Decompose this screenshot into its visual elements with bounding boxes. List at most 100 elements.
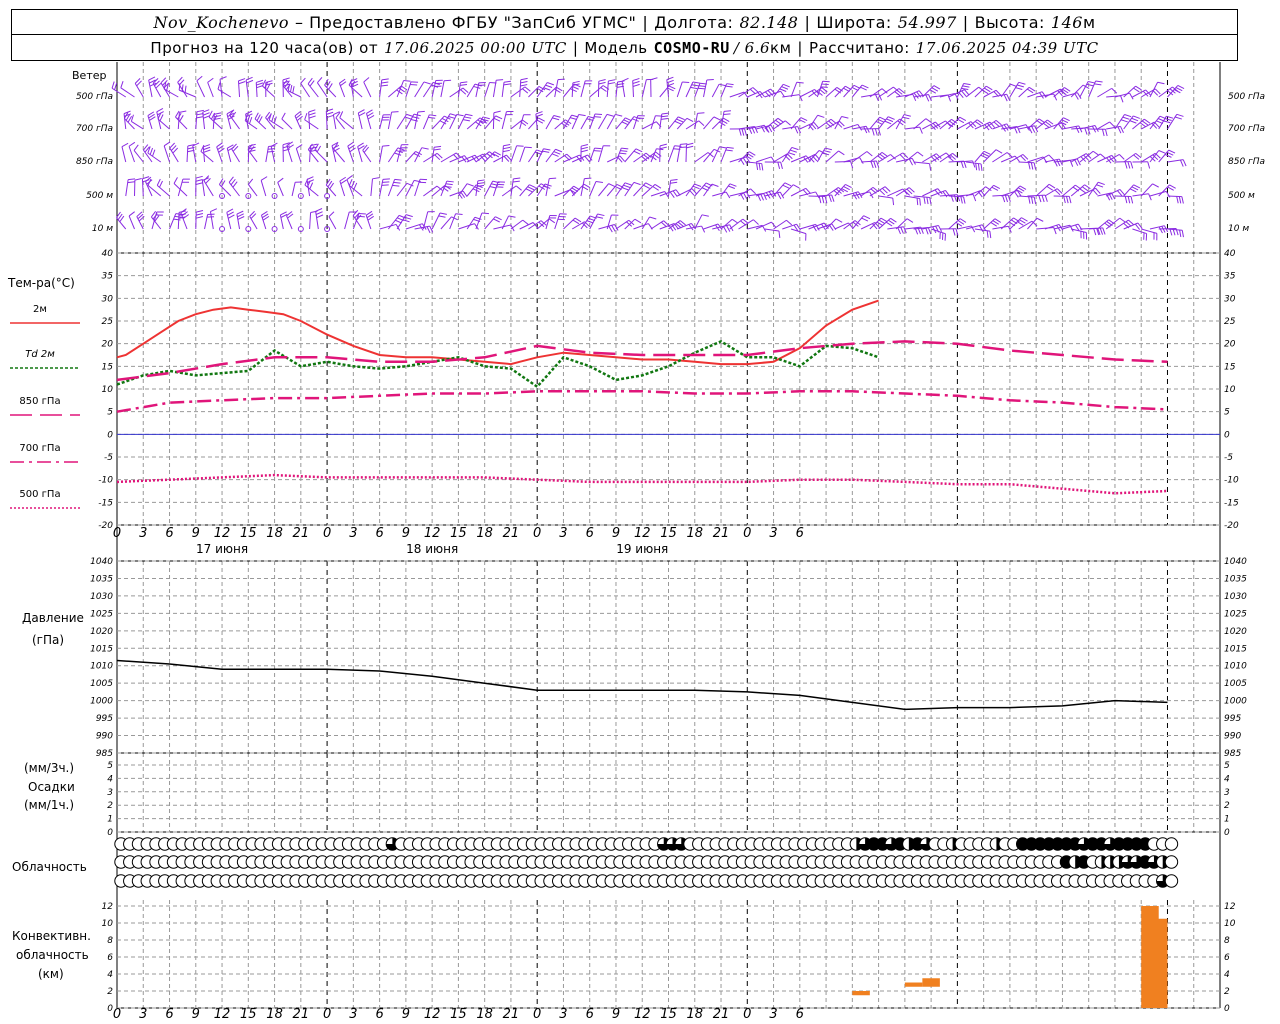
wind-barb-staff <box>405 180 415 197</box>
wind-barb-flag <box>926 197 929 205</box>
wind-barb-flag <box>752 87 759 93</box>
wind-barb-flag <box>1075 126 1080 134</box>
wind-barb-flag <box>428 116 436 119</box>
wind-barb-flag <box>661 115 669 118</box>
wind-barb-flag <box>474 186 482 191</box>
wind-barb-staff <box>458 223 475 230</box>
wind-barb-flag <box>698 87 706 90</box>
wind-barb-flag <box>381 81 389 84</box>
wind-barb-flag <box>608 183 616 187</box>
conv-ytick-left: 6 <box>107 953 113 963</box>
wind-barb-flag <box>927 227 932 235</box>
wind-barb-flag <box>815 191 820 199</box>
wind-barb-flag <box>503 146 511 150</box>
wind-barb-flag <box>722 226 728 233</box>
wind-barb-flag <box>861 84 869 89</box>
wind-barb-staff <box>510 145 518 163</box>
wind-barb-flag <box>570 88 577 93</box>
wind-barb-flag <box>207 77 214 83</box>
wind-barb-flag <box>552 117 560 121</box>
wind-barb-staff <box>510 86 526 98</box>
wind-barb-flag <box>308 115 316 119</box>
wind-barb-flag <box>524 86 531 92</box>
wind-barb-flag <box>202 112 210 116</box>
wind-barb-flag <box>265 80 273 84</box>
wind-barb-flag <box>753 219 759 225</box>
wind-barb-flag <box>466 183 474 187</box>
wind-barb-flag <box>1030 162 1034 170</box>
wind-barb-flag <box>217 82 221 90</box>
wind-barb-flag <box>434 145 442 148</box>
wind-barb-flag <box>1056 159 1061 167</box>
wind-barb-flag <box>238 78 246 82</box>
wind-barb-flag <box>133 144 139 151</box>
wind-barb-flag <box>929 163 932 171</box>
wind-barb-flag <box>232 181 238 188</box>
wind-barb-flag <box>981 89 989 95</box>
press-ytick-right: 1000 <box>1224 697 1247 707</box>
wind-barb-flag <box>884 120 892 125</box>
wind-barb-flag <box>1182 159 1187 167</box>
wind-barb-flag <box>1095 80 1103 83</box>
wind-barb-flag <box>726 83 734 86</box>
meteogram: -20 -20-15 -15-10 -10-5 -50 05 510 1015 1520 2025… <box>7 62 1265 1022</box>
temp-ytick-right: 5 <box>1224 408 1230 418</box>
wind-barb-flag <box>1177 84 1185 90</box>
wind-barb-flag <box>513 177 521 180</box>
wind-barb-flag <box>324 78 329 86</box>
wind-barb-flag <box>619 152 627 155</box>
wind-barb-flag <box>572 85 579 90</box>
wind-barb-flag <box>382 145 390 147</box>
wind-level-right: 850 гПа <box>1228 157 1265 167</box>
wind-barb-flag <box>1097 181 1105 186</box>
x-tick-label: 15 <box>450 526 467 541</box>
wind-barb-flag <box>1135 85 1142 91</box>
x-tick-label: 3 <box>349 526 357 541</box>
wind-barb-flag <box>525 188 533 193</box>
wind-barb-flag <box>1031 126 1036 133</box>
wind-barb-flag <box>174 215 182 218</box>
wind-barb-flag <box>393 181 401 184</box>
wind-barb-flag <box>1030 196 1034 204</box>
temp-ytick-left: -10 <box>98 476 113 486</box>
wind-barb-flag <box>983 87 991 93</box>
wind-barb-flag <box>128 141 136 147</box>
temp-ytick-right: 20 <box>1224 340 1236 350</box>
x-tick-label: 9 <box>612 526 620 541</box>
x-tick-label: 15 <box>450 1007 467 1022</box>
wind-barb-flag <box>292 86 295 94</box>
wind-barb-flag <box>760 193 764 201</box>
wind-barb-flag <box>358 212 366 215</box>
temp-ytick-left: 30 <box>102 294 114 304</box>
wind-barb-flag <box>315 211 323 215</box>
wind-barb-flag <box>718 83 727 87</box>
wind-barb-flag <box>597 213 605 217</box>
wind-barb-flag <box>553 151 561 155</box>
wind-barb-flag <box>1038 195 1042 203</box>
conv-ytick-left: 8 <box>107 936 113 946</box>
wind-barb-flag <box>439 212 447 215</box>
wind-barb-flag <box>686 117 694 122</box>
wind-barb-flag <box>863 126 868 134</box>
wind-barb-flag <box>515 185 522 191</box>
wind-barb-staff <box>703 116 715 130</box>
wind-barb-staff <box>180 212 188 230</box>
wind-barb-staff <box>755 156 772 163</box>
cloud-cover-layer <box>114 837 1179 888</box>
wind-barb-flag <box>195 213 204 216</box>
wind-barb-flag <box>650 77 658 81</box>
wind-barb-flag <box>1018 81 1026 85</box>
wind-barb-flag <box>871 128 875 136</box>
wind-barb-flag <box>181 211 188 217</box>
wind-barb-staff <box>173 183 188 197</box>
cloud-circle <box>1164 855 1179 869</box>
wind-barb-flag <box>256 114 261 121</box>
wind-barb-flag <box>366 109 373 114</box>
wind-barb-flag <box>228 176 234 183</box>
wind-barb-flag <box>1130 196 1134 204</box>
wind-barb-flag <box>545 84 553 88</box>
wind-barb-flag <box>777 192 782 200</box>
wind-barb-flag <box>711 183 719 187</box>
wind-barb-flag <box>477 182 485 185</box>
wind-barb-staff <box>799 191 816 197</box>
